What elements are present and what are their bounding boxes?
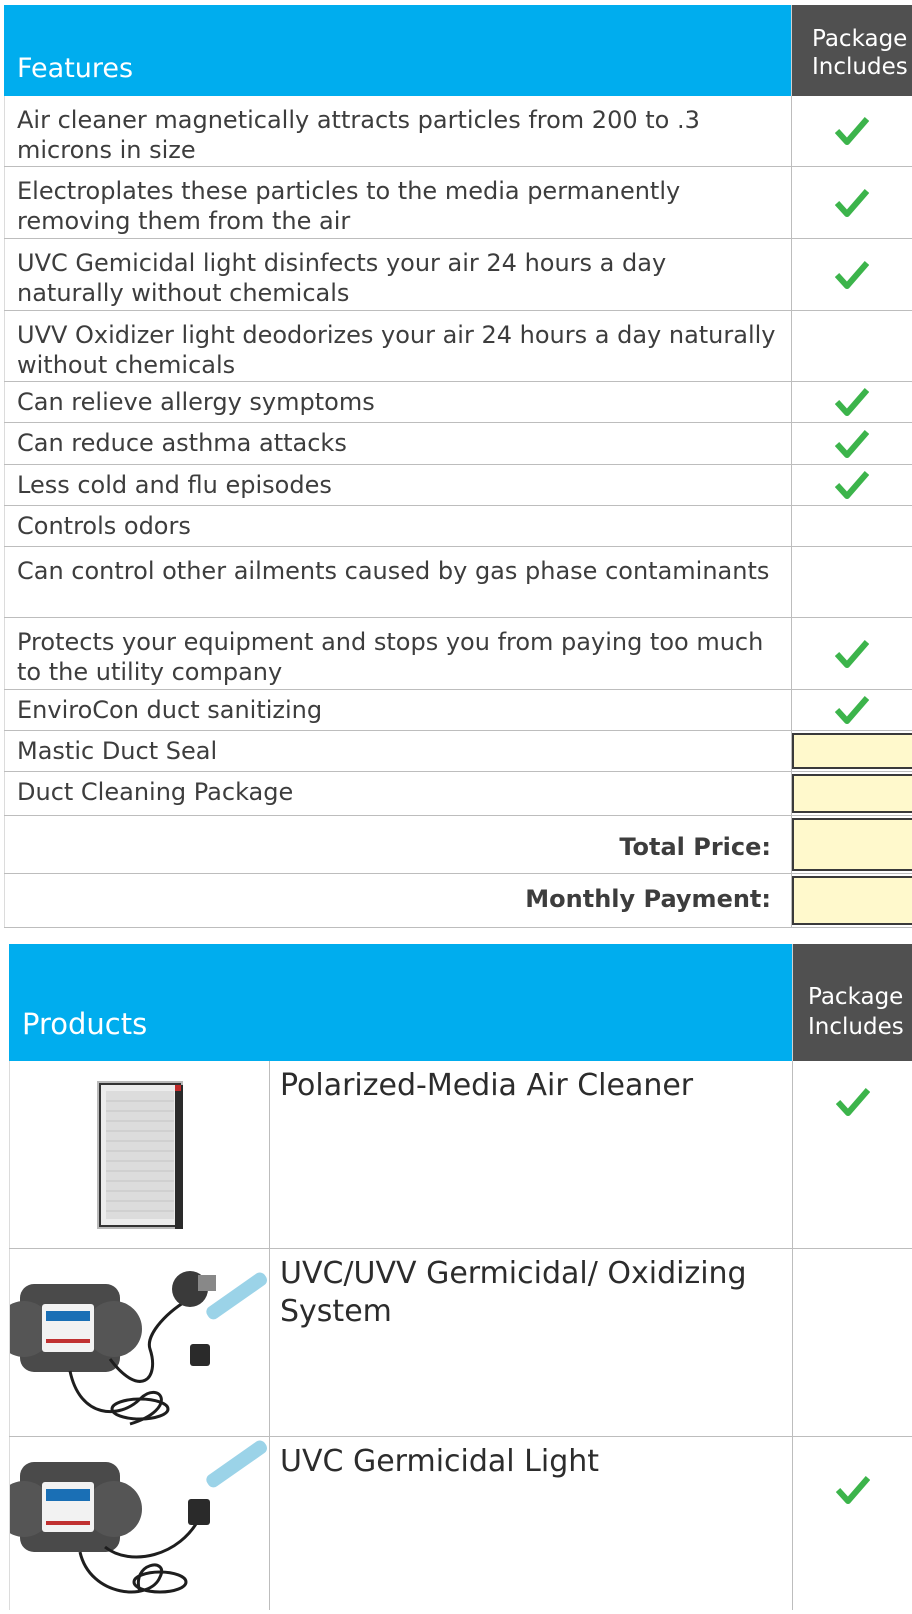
product-name: Polarized-Media Air Cleaner bbox=[280, 1068, 694, 1103]
checkmark-icon bbox=[835, 260, 869, 289]
duct-cleaning-cell bbox=[791, 772, 912, 815]
feature-text: Can reduce asthma attacks bbox=[4, 423, 791, 464]
product-included-cell bbox=[792, 1437, 912, 1610]
feature-text: UVC Gemicidal light disinfects your air … bbox=[4, 239, 791, 310]
feature-included-cell bbox=[791, 167, 912, 238]
mastic-duct-seal-input[interactable] bbox=[792, 733, 912, 769]
checkmark-icon bbox=[835, 117, 869, 145]
feature-row: UVC Gemicidal light disinfects your air … bbox=[4, 239, 912, 311]
product-name: UVC Germicidal Light bbox=[280, 1444, 600, 1479]
product-row: Polarized-Media Air Cleaner bbox=[9, 1061, 912, 1249]
mastic-duct-seal-row: Mastic Duct Seal bbox=[4, 731, 912, 772]
features-header: Features Package Includes bbox=[4, 5, 912, 96]
checkmark-icon bbox=[835, 429, 869, 458]
feature-included-cell bbox=[791, 423, 912, 464]
uv-system-image bbox=[0, 1271, 267, 1426]
feature-included-cell bbox=[791, 96, 912, 166]
uv-light-image bbox=[0, 1440, 267, 1594]
feature-included-cell bbox=[791, 506, 912, 546]
total-price-label: Total Price: bbox=[4, 816, 791, 873]
feature-included-cell bbox=[791, 239, 912, 310]
feature-text: Protects your equipment and stops you fr… bbox=[4, 618, 791, 689]
checkmark-icon bbox=[835, 388, 869, 416]
checkmark-icon bbox=[835, 639, 869, 668]
feature-row: EnviroCon duct sanitizing bbox=[4, 690, 912, 731]
package-includes-label: Package Includes bbox=[808, 984, 904, 1040]
feature-row: Less cold and flu episodes bbox=[4, 465, 912, 506]
products-table: Products Package Includes Polarized-Medi… bbox=[0, 944, 912, 1610]
feature-included-cell bbox=[791, 382, 912, 422]
product-image-cell bbox=[0, 1249, 270, 1436]
feature-text: Air cleaner magnetically attracts partic… bbox=[4, 96, 791, 166]
feature-text: UVV Oxidizer light deodorizes your air 2… bbox=[4, 311, 791, 381]
feature-row: Controls odors bbox=[4, 506, 912, 547]
feature-text: Mastic Duct Seal bbox=[4, 731, 791, 771]
product-image-cell bbox=[9, 1061, 270, 1248]
checkmark-icon bbox=[835, 471, 869, 499]
feature-text: Can control other ailments caused by gas… bbox=[4, 547, 791, 617]
total-price-input[interactable] bbox=[792, 818, 912, 871]
monthly-payment-label: Monthly Payment: bbox=[4, 874, 791, 927]
monthly-payment-cell bbox=[791, 874, 912, 927]
features-title: Features bbox=[4, 5, 791, 96]
features-table: Features Package Includes Air cleaner ma… bbox=[4, 5, 912, 928]
package-includes-header: Package Includes bbox=[792, 944, 912, 1061]
monthly-payment-input[interactable] bbox=[792, 876, 912, 925]
product-row: UVC/UVV Germicidal/ Oxidizing System bbox=[0, 1249, 912, 1437]
feature-text: Electroplates these particles to the med… bbox=[4, 167, 791, 238]
mastic-duct-seal-cell bbox=[791, 731, 912, 771]
products-title: Products bbox=[9, 944, 792, 1061]
checkmark-icon bbox=[835, 696, 869, 724]
feature-included-cell bbox=[791, 465, 912, 505]
feature-row: Can reduce asthma attacks bbox=[4, 423, 912, 465]
duct-cleaning-row: Duct Cleaning Package bbox=[4, 772, 912, 816]
product-name: UVC/UVV Germicidal/ Oxidizing System bbox=[280, 1256, 747, 1329]
product-row: UVC Germicidal Light bbox=[0, 1437, 912, 1610]
package-includes-header: Package Includes bbox=[791, 5, 912, 96]
feature-text: Controls odors bbox=[4, 506, 791, 546]
total-price-row: Total Price: bbox=[4, 816, 912, 874]
feature-included-cell bbox=[791, 311, 912, 381]
product-included-cell bbox=[792, 1249, 912, 1436]
total-price-cell bbox=[791, 816, 912, 873]
feature-row: UVV Oxidizer light deodorizes your air 2… bbox=[4, 311, 912, 382]
feature-row: Air cleaner magnetically attracts partic… bbox=[4, 96, 912, 167]
air-filter-image bbox=[97, 1081, 183, 1229]
feature-text: Less cold and flu episodes bbox=[4, 465, 791, 505]
duct-cleaning-input[interactable] bbox=[792, 774, 912, 813]
product-image-cell bbox=[0, 1437, 270, 1610]
feature-text: Can relieve allergy symptoms bbox=[4, 382, 791, 422]
feature-included-cell bbox=[791, 618, 912, 689]
monthly-payment-row: Monthly Payment: bbox=[4, 874, 912, 928]
product-included-cell bbox=[792, 1061, 912, 1248]
feature-included-cell bbox=[791, 547, 912, 617]
checkmark-icon bbox=[835, 188, 869, 217]
feature-text: Duct Cleaning Package bbox=[4, 772, 791, 815]
feature-row: Protects your equipment and stops you fr… bbox=[4, 618, 912, 690]
feature-row: Can relieve allergy symptoms bbox=[4, 382, 912, 423]
feature-text: EnviroCon duct sanitizing bbox=[4, 690, 791, 730]
package-includes-label: Package Includes bbox=[812, 26, 908, 80]
checkmark-icon bbox=[835, 1088, 870, 1116]
checkmark-icon bbox=[835, 1476, 870, 1504]
feature-included-cell bbox=[791, 690, 912, 730]
feature-row: Can control other ailments caused by gas… bbox=[4, 547, 912, 618]
products-header: Products Package Includes bbox=[9, 944, 912, 1061]
feature-row: Electroplates these particles to the med… bbox=[4, 167, 912, 239]
